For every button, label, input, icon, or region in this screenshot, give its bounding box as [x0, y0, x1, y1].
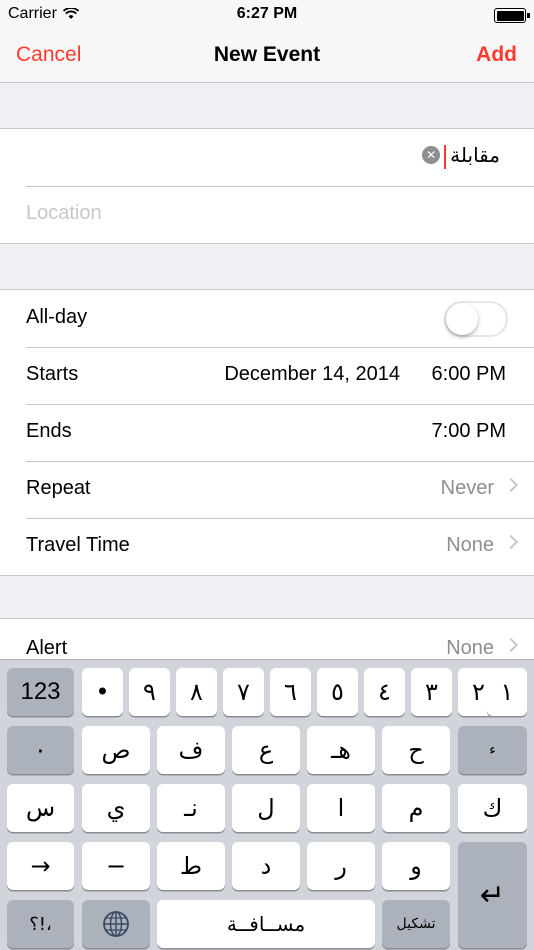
allday-row: All-day	[0, 290, 534, 347]
key-numbers[interactable]: 123	[7, 668, 74, 716]
key-digit[interactable]: ٨	[176, 668, 217, 716]
key-letter[interactable]: ي	[82, 784, 150, 832]
key-letter[interactable]: ع	[232, 726, 300, 774]
key-digit[interactable]: ١	[487, 668, 527, 716]
travel-time-label: Travel Time	[26, 534, 130, 556]
alert-value: None	[446, 637, 494, 659]
key-shift-arrow[interactable]: →	[7, 842, 74, 890]
key-tatweel[interactable]: −	[82, 842, 150, 890]
return-key[interactable]: ↵	[458, 842, 527, 948]
page-title: New Event	[213, 43, 321, 66]
time-group: All-day Starts December 14, 2014 6:00 PM…	[0, 289, 534, 576]
ends-time: 7:00 PM	[431, 420, 506, 442]
globe-icon[interactable]	[82, 900, 150, 948]
key-letter[interactable]: ك	[458, 784, 527, 832]
starts-row[interactable]: Starts December 14, 2014 6:00 PM	[0, 347, 534, 404]
key-bullet[interactable]: •	[82, 668, 123, 716]
status-bar: Carrier 6:27 PM	[0, 0, 534, 30]
chevron-right-icon	[503, 637, 519, 653]
key-digit[interactable]: ٤	[364, 668, 405, 716]
key-punctuation[interactable]: ؟!،	[7, 900, 74, 948]
text-caret	[444, 145, 447, 169]
status-time: 6:27 PM	[236, 5, 298, 22]
allday-label: All-day	[26, 306, 88, 328]
key-letter[interactable]: نـ	[157, 784, 225, 832]
key-letter[interactable]: س	[7, 784, 74, 832]
toggle-knob	[446, 303, 478, 335]
space-key[interactable]: مســافــة	[157, 900, 375, 948]
key-letter[interactable]: ط	[157, 842, 225, 890]
title-row[interactable]: ✕ مقابلة	[0, 129, 534, 186]
key-letter[interactable]: هـ	[307, 726, 375, 774]
title-location-group: ✕ مقابلة Location	[0, 128, 534, 244]
key-letter[interactable]: ا	[307, 784, 375, 832]
alert-label: Alert	[26, 637, 68, 659]
key-digit[interactable]: ٥	[317, 668, 358, 716]
starts-date: December 14, 2014	[224, 363, 400, 385]
travel-time-value: None	[446, 534, 494, 556]
repeat-value: Never	[440, 477, 494, 499]
key-letter[interactable]: د	[232, 842, 300, 890]
location-field[interactable]: Location	[26, 202, 102, 225]
key-letter[interactable]: و	[382, 842, 450, 890]
repeat-label: Repeat	[26, 477, 91, 499]
globe-icon-svg	[103, 911, 129, 937]
clear-icon[interactable]: ✕	[422, 146, 441, 164]
location-row[interactable]: Location	[0, 186, 534, 243]
key-zero[interactable]: ٠	[7, 726, 74, 774]
tashkeel-key[interactable]: تشكيل	[382, 900, 450, 948]
key-digit[interactable]: ٦	[270, 668, 311, 716]
key-letter[interactable]: ل	[232, 784, 300, 832]
key-letter[interactable]: ف	[157, 726, 225, 774]
starts-label: Starts	[26, 363, 79, 385]
chevron-right-icon	[503, 534, 519, 550]
ends-row[interactable]: Ends 7:00 PM	[0, 404, 534, 461]
add-button[interactable]: Add	[476, 43, 517, 67]
key-letter[interactable]: ر	[307, 842, 375, 890]
key-letter[interactable]: ص	[82, 726, 150, 774]
chevron-right-icon	[503, 477, 519, 493]
allday-toggle[interactable]	[444, 301, 508, 337]
key-digit[interactable]: ٣	[411, 668, 452, 716]
key-letter[interactable]: ح	[382, 726, 450, 774]
nav-bar: Cancel New Event Add	[0, 30, 534, 83]
key-letter[interactable]: م	[382, 784, 450, 832]
starts-time: 6:00 PM	[431, 363, 506, 385]
battery-icon	[494, 8, 530, 23]
ends-label: Ends	[26, 420, 72, 442]
key-digit[interactable]: ٩	[129, 668, 170, 716]
key-digit[interactable]: ٧	[223, 668, 264, 716]
title-field[interactable]: ✕ مقابلة	[422, 143, 500, 169]
key-hamza[interactable]: ء	[458, 726, 527, 774]
title-input-value: مقابلة	[450, 143, 500, 167]
repeat-row[interactable]: Repeat Never	[0, 461, 534, 518]
arabic-keyboard: 123 • ٩ ٨ ٧ ٦ ٥ ٤ ٣ ٢ ١ ٠ ص ف ع هـ ح ء س…	[0, 659, 534, 950]
travel-time-row[interactable]: Travel Time None	[0, 518, 534, 575]
